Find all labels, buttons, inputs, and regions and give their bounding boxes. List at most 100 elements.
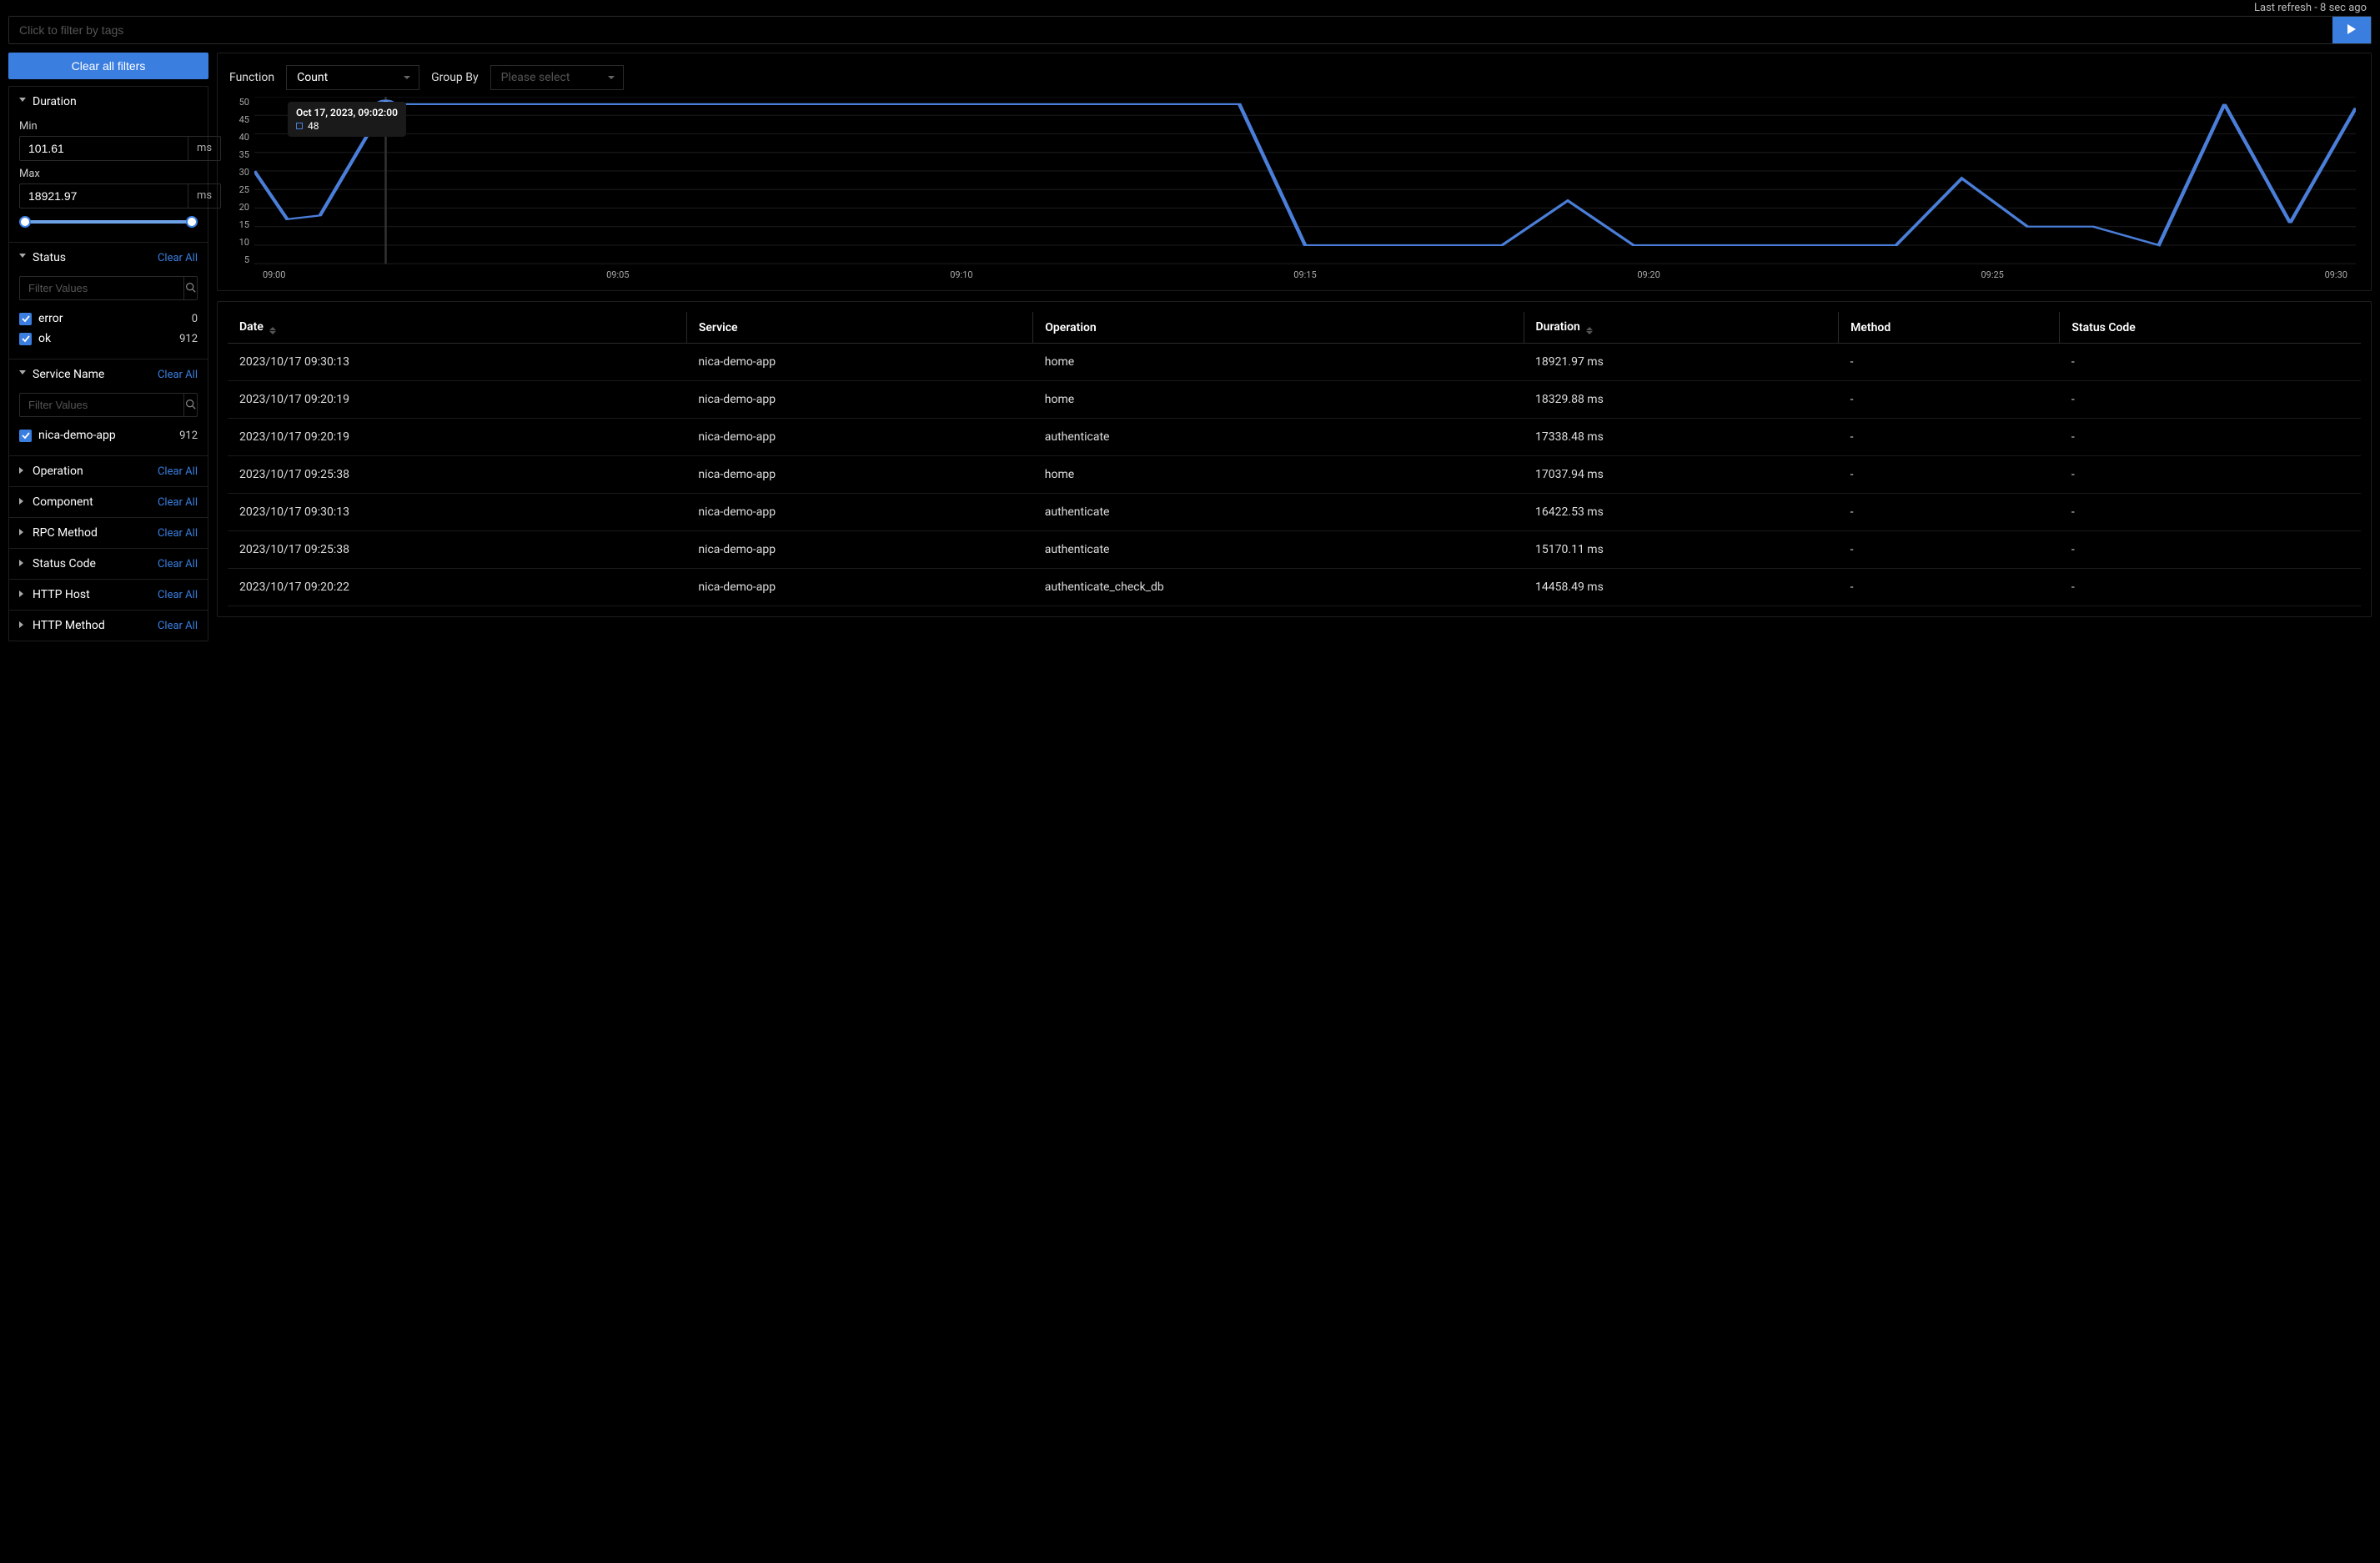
x-tick: 09:20 [1637, 269, 1659, 280]
duration-min-input[interactable] [19, 136, 188, 161]
status-item-count: 912 [179, 333, 198, 345]
status-item-error[interactable]: error 0 [19, 309, 198, 329]
traces-table: Date Service Operation Duration Method S… [228, 312, 2361, 606]
cell-date: 2023/10/17 09:25:38 [228, 456, 686, 494]
section-header-rpc method[interactable]: RPC Method Clear All [9, 518, 208, 548]
cell-operation: authenticate [1033, 419, 1524, 456]
y-tick: 30 [239, 167, 249, 178]
clear-all-link[interactable]: Clear All [158, 527, 198, 540]
section-header-component[interactable]: Component Clear All [9, 487, 208, 517]
clear-all-link[interactable]: Clear All [158, 496, 198, 509]
y-tick: 5 [244, 254, 249, 265]
section-header-http host[interactable]: HTTP Host Clear All [9, 580, 208, 610]
service-clear-all[interactable]: Clear All [158, 369, 198, 381]
cell-status: - [2060, 456, 2361, 494]
cell-operation: home [1033, 456, 1524, 494]
service-title: Service Name [33, 368, 104, 381]
section-header-http method[interactable]: HTTP Method Clear All [9, 611, 208, 641]
chevron-right-icon [19, 467, 28, 475]
checkbox-checked-icon [19, 430, 32, 442]
col-method[interactable]: Method [1839, 312, 2060, 344]
cell-operation: home [1033, 344, 1524, 381]
cell-service: nica-demo-app [686, 494, 1032, 531]
section-title: RPC Method [33, 526, 98, 540]
slider-handle-max[interactable] [186, 216, 198, 228]
table-row[interactable]: 2023/10/17 09:20:19 nica-demo-app authen… [228, 419, 2361, 456]
chevron-right-icon [19, 529, 28, 537]
y-tick: 15 [239, 219, 249, 230]
cell-duration: 18921.97 ms [1524, 344, 1839, 381]
chevron-right-icon [19, 498, 28, 506]
chart-x-axis: 09:0009:0509:1009:1509:2009:2509:30 [254, 269, 2356, 280]
run-query-button[interactable] [2332, 17, 2371, 43]
cell-method: - [1839, 344, 2060, 381]
service-item-nica-demo-app[interactable]: nica-demo-app 912 [19, 425, 198, 445]
function-select[interactable]: Count [286, 65, 419, 90]
refresh-status: Last refresh - 8 sec ago [8, 0, 2372, 16]
table-row[interactable]: 2023/10/17 09:20:19 nica-demo-app home 1… [228, 381, 2361, 419]
checkbox-checked-icon [19, 333, 32, 345]
section-header-status code[interactable]: Status Code Clear All [9, 549, 208, 579]
service-filter-input[interactable] [19, 393, 183, 417]
table-row[interactable]: 2023/10/17 09:25:38 nica-demo-app home 1… [228, 456, 2361, 494]
cell-method: - [1839, 569, 2060, 606]
clear-all-link[interactable]: Clear All [158, 589, 198, 601]
cell-duration: 16422.53 ms [1524, 494, 1839, 531]
service-search-button[interactable] [183, 393, 198, 417]
y-tick: 10 [239, 237, 249, 248]
service-section-header[interactable]: Service Name Clear All [9, 359, 208, 389]
y-tick: 40 [239, 132, 249, 143]
y-tick: 35 [239, 149, 249, 160]
slider-handle-min[interactable] [19, 216, 31, 228]
cell-duration: 14458.49 ms [1524, 569, 1839, 606]
clear-all-link[interactable]: Clear All [158, 465, 198, 478]
status-filter-input[interactable] [19, 276, 183, 300]
y-tick: 50 [239, 97, 249, 108]
duration-range-slider[interactable] [19, 215, 198, 229]
duration-max-input[interactable] [19, 183, 188, 209]
x-tick: 09:15 [1293, 269, 1316, 280]
cell-date: 2023/10/17 09:20:19 [228, 381, 686, 419]
clear-all-link[interactable]: Clear All [158, 620, 198, 632]
tag-filter-input[interactable] [9, 17, 2332, 43]
status-search-button[interactable] [183, 276, 198, 300]
checkbox-checked-icon [19, 313, 32, 325]
section-header-operation[interactable]: Operation Clear All [9, 456, 208, 486]
cell-method: - [1839, 381, 2060, 419]
table-row[interactable]: 2023/10/17 09:30:13 nica-demo-app home 1… [228, 344, 2361, 381]
cell-service: nica-demo-app [686, 531, 1032, 569]
cell-service: nica-demo-app [686, 569, 1032, 606]
group-by-select[interactable]: Please select [490, 65, 624, 90]
col-operation[interactable]: Operation [1033, 312, 1524, 344]
clear-all-link[interactable]: Clear All [158, 558, 198, 570]
col-service[interactable]: Service [686, 312, 1032, 344]
status-title: Status [33, 251, 66, 264]
status-item-count: 0 [192, 313, 198, 325]
col-status-code[interactable]: Status Code [2060, 312, 2361, 344]
cell-operation: authenticate_check_db [1033, 569, 1524, 606]
table-row[interactable]: 2023/10/17 09:20:22 nica-demo-app authen… [228, 569, 2361, 606]
section-title: HTTP Method [33, 619, 105, 632]
cell-date: 2023/10/17 09:20:22 [228, 569, 686, 606]
table-row[interactable]: 2023/10/17 09:25:38 nica-demo-app authen… [228, 531, 2361, 569]
cell-date: 2023/10/17 09:25:38 [228, 531, 686, 569]
status-clear-all[interactable]: Clear All [158, 252, 198, 264]
cell-method: - [1839, 494, 2060, 531]
x-tick: 09:30 [2325, 269, 2347, 280]
search-icon [185, 282, 196, 295]
chart-plot[interactable]: Oct 17, 2023, 09:02:00 48 09:0009:0509:1… [254, 97, 2356, 280]
duration-section-header[interactable]: Duration [9, 87, 208, 117]
clear-all-filters-button[interactable]: Clear all filters [8, 53, 208, 79]
status-item-label: error [38, 312, 63, 325]
section-title: Component [33, 495, 93, 509]
status-section-header[interactable]: Status Clear All [9, 243, 208, 273]
cell-service: nica-demo-app [686, 344, 1032, 381]
cell-duration: 17338.48 ms [1524, 419, 1839, 456]
chevron-down-icon [19, 254, 28, 262]
status-item-ok[interactable]: ok 912 [19, 329, 198, 349]
col-duration[interactable]: Duration [1524, 312, 1839, 344]
cell-status: - [2060, 531, 2361, 569]
table-row[interactable]: 2023/10/17 09:30:13 nica-demo-app authen… [228, 494, 2361, 531]
y-tick: 20 [239, 202, 249, 213]
col-date[interactable]: Date [228, 312, 686, 344]
